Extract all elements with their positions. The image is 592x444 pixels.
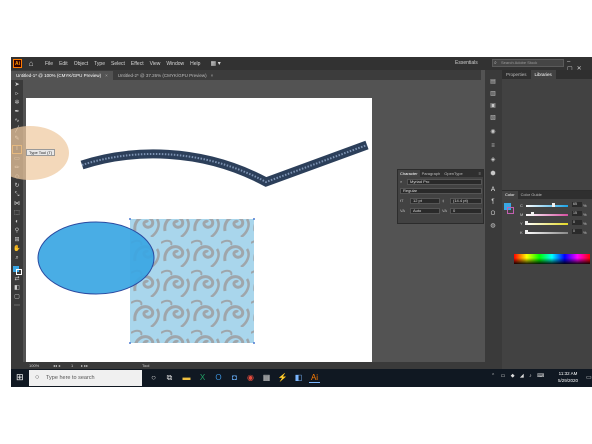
illustrator-taskbar-icon[interactable]: Ai <box>309 372 320 383</box>
type-panel-icon[interactable]: A <box>488 186 498 194</box>
outlook-icon[interactable]: O <box>213 372 224 383</box>
artboards-icon[interactable]: ▣ <box>488 102 498 110</box>
brushes-icon[interactable]: ◈ <box>488 156 498 164</box>
artboard-nav-icon[interactable]: ◂◂ ◂ <box>53 363 60 368</box>
artboard-nav-icon[interactable]: ▸ ▸▸ <box>81 363 88 368</box>
slider-value[interactable]: 15 <box>572 211 582 216</box>
tab-character[interactable]: Character <box>398 170 420 177</box>
tab-libraries[interactable]: Libraries <box>530 70 556 79</box>
cyan-slider[interactable]: C 65 % <box>520 202 590 209</box>
clock[interactable]: 11:32 AM 5/29/2020 <box>551 371 585 384</box>
kerning-icon: VA <box>400 208 406 213</box>
layers-icon[interactable]: ▤ <box>488 78 498 86</box>
paragraph-icon[interactable]: ¶ <box>488 198 498 206</box>
search-icon: ⌕ <box>400 179 403 184</box>
magenta-slider[interactable]: M 15 % <box>520 211 590 218</box>
excel-icon[interactable]: X <box>197 372 208 383</box>
task-view-icon[interactable]: ⧉ <box>164 372 175 383</box>
tracking-icon: VA <box>442 208 448 213</box>
slider-label: C <box>520 203 523 208</box>
leading-icon: ‡ <box>442 198 445 203</box>
panel-dock: ▤ ▥ ▣ ▧ ◉ ≡ ◈ ⬢ A ¶ O ◍ <box>485 70 502 375</box>
slider-value[interactable]: 0 <box>572 229 582 234</box>
file-explorer-icon[interactable]: ▬ <box>181 372 192 383</box>
tracking-field[interactable]: 0 <box>450 208 482 214</box>
slider-track[interactable] <box>526 223 568 225</box>
font-size-icon: tT <box>400 198 404 203</box>
panel-menu-icon[interactable]: ≡ <box>479 171 481 176</box>
pattern-rectangle[interactable] <box>130 219 254 343</box>
font-style-select[interactable]: Regular <box>400 188 482 194</box>
power-automate-icon[interactable]: ⚡ <box>277 372 288 383</box>
app-icon[interactable]: ◧ <box>293 372 304 383</box>
tab-color-guide[interactable]: Color Guide <box>518 191 545 199</box>
chrome-icon[interactable]: ◉ <box>245 372 256 383</box>
artboard-number[interactable]: 1 <box>71 363 73 368</box>
slider-label: K <box>520 230 523 235</box>
stroke-color-swatch[interactable] <box>507 207 514 214</box>
links-icon[interactable]: ▧ <box>488 114 498 122</box>
tab-paragraph[interactable]: Paragraph <box>420 171 443 176</box>
windows-taskbar: ⊞ ○ Type here to search ○ ⧉ ▬ X O ◘ ◉ ▦ … <box>11 369 592 387</box>
slider-unit: % <box>583 212 587 217</box>
calculator-icon[interactable]: ▦ <box>261 372 272 383</box>
color-spectrum[interactable] <box>514 254 590 264</box>
character-panel: Character Paragraph OpenType ≡ ⌕ Myriad … <box>397 169 484 224</box>
slider-knob[interactable] <box>524 221 528 225</box>
symbols-icon[interactable]: ⬢ <box>488 170 498 178</box>
tab-color[interactable]: Color <box>502 191 518 199</box>
slider-label: Y <box>520 221 523 226</box>
slider-knob[interactable] <box>551 203 555 207</box>
color-guide-icon[interactable]: ◍ <box>488 222 498 230</box>
brush-ribbon[interactable] <box>80 140 369 187</box>
slider-value[interactable]: 0 <box>572 220 582 225</box>
slider-value[interactable]: 65 <box>572 202 582 207</box>
taskbar-search-input[interactable]: ○ Type here to search <box>29 370 142 386</box>
system-tray[interactable]: ⌃ ▭ ◆ ◢ ♪ ⌨ <box>491 373 546 379</box>
stroke-icon[interactable]: ≡ <box>488 142 498 150</box>
slider-track[interactable] <box>526 205 568 207</box>
store-icon[interactable]: ◘ <box>229 372 240 383</box>
color-panel: Color Color Guide C 65 % M 15 % Y 0 % K … <box>502 190 592 270</box>
slider-knob[interactable] <box>530 212 534 216</box>
tab-properties[interactable]: Properties <box>502 70 531 79</box>
slider-unit: % <box>583 203 587 208</box>
leading-field[interactable]: (14.4 pt) <box>450 198 482 204</box>
blue-ellipse[interactable] <box>37 221 155 295</box>
clock-date: 5/29/2020 <box>557 377 579 383</box>
slider-unit: % <box>583 221 587 226</box>
cortana-icon[interactable]: ○ <box>148 372 159 383</box>
search-icon: ○ <box>35 374 40 381</box>
black-slider[interactable]: K 0 % <box>520 229 590 236</box>
type-tool-tooltip: Type Tool (T) <box>26 149 56 156</box>
zoom-level[interactable]: 100% <box>29 363 39 368</box>
taskbar-search-placeholder: Type here to search <box>46 375 95 381</box>
properties-panel: Properties Libraries Color Color Guide C… <box>502 70 592 375</box>
status-info[interactable]: Tool <box>142 363 149 368</box>
tab-opentype[interactable]: OpenType <box>442 171 464 176</box>
slider-unit: % <box>583 230 587 235</box>
slider-track[interactable] <box>526 232 568 234</box>
kerning-field[interactable]: Auto <box>410 208 440 214</box>
font-size-field[interactable]: 12 pt <box>410 198 440 204</box>
slider-label: M <box>520 212 524 217</box>
notifications-icon[interactable]: ▭ <box>586 374 592 381</box>
opentype-icon[interactable]: O <box>488 210 498 218</box>
slider-knob[interactable] <box>524 230 528 234</box>
illustrator-window: Ai ⌂ File Edit Object Type Select Effect… <box>11 57 592 387</box>
yellow-slider[interactable]: Y 0 % <box>520 220 590 227</box>
windows-start-icon[interactable]: ⊞ <box>16 373 25 382</box>
font-family-select[interactable]: Myriad Pro <box>407 179 482 185</box>
properties-icon[interactable]: ▥ <box>488 90 498 98</box>
appearance-icon[interactable]: ◉ <box>488 128 498 136</box>
